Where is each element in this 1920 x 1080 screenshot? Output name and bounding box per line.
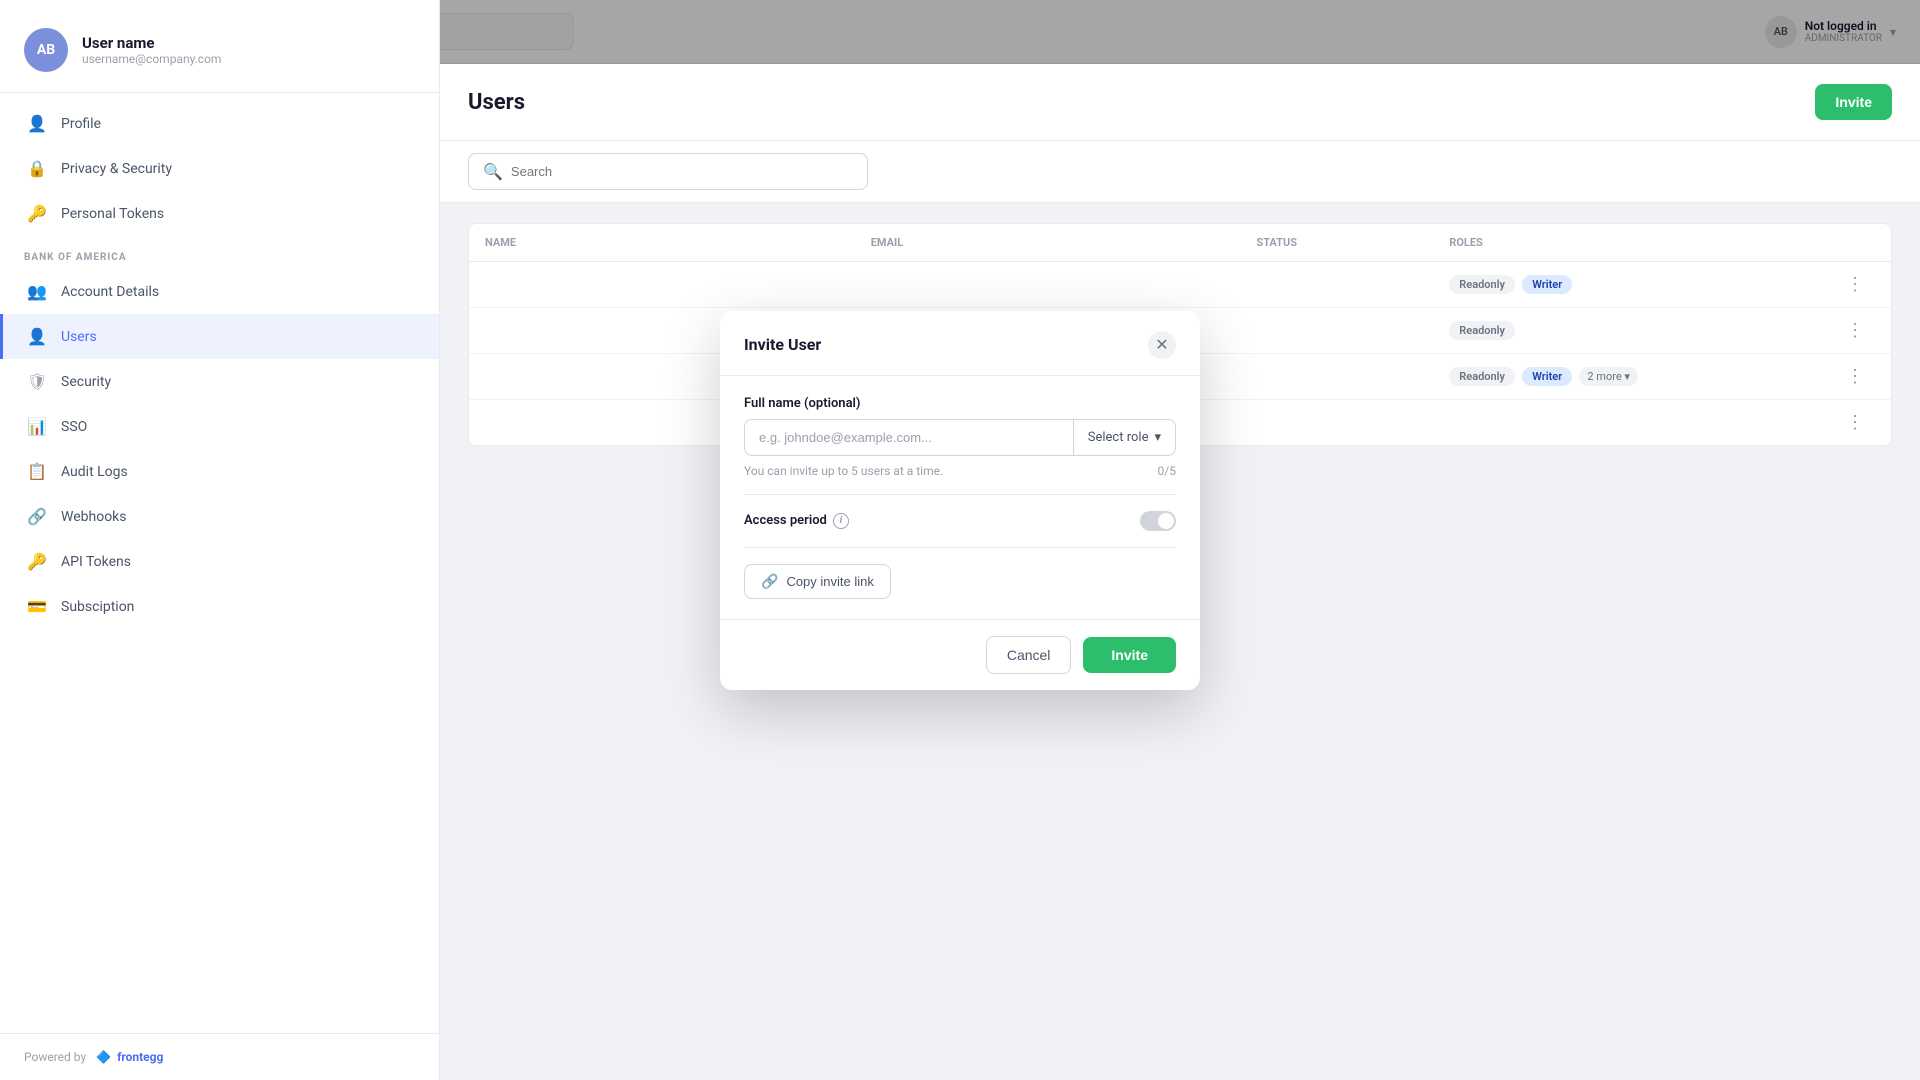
panel-nav-label: Account Details — [61, 284, 159, 300]
panel-nav-webhooks[interactable]: 🔗 Webhooks — [0, 494, 439, 539]
users-title: Users — [468, 90, 525, 115]
panel-nav-label: Audit Logs — [61, 464, 128, 480]
tokens-icon: 🔑 — [27, 204, 47, 223]
users-toolbar: 🔍 — [440, 141, 1920, 203]
role-badge: Readonly — [1449, 367, 1515, 386]
modal-header: Invite User ✕ — [720, 311, 1200, 376]
toggle-knob — [1158, 513, 1174, 529]
powered-by: Powered by 🔷 frontegg — [24, 1050, 163, 1064]
info-icon: i — [833, 513, 849, 529]
invite-user-modal: Invite User ✕ Full name (optional) Selec… — [720, 311, 1200, 690]
invite-user-button[interactable]: Invite — [1815, 84, 1892, 120]
panel-nav-label: SSO — [61, 419, 87, 435]
col-status: Status — [1256, 236, 1449, 249]
bank-section-label: BANK OF AMERICA — [0, 236, 439, 269]
col-email: Email — [871, 236, 1257, 249]
panel-nav-users[interactable]: 👤 Users — [0, 314, 439, 359]
role-badge: Writer — [1522, 275, 1572, 294]
cancel-button[interactable]: Cancel — [986, 636, 1072, 674]
profile-icon: 👤 — [27, 114, 47, 133]
panel-nav-label: API Tokens — [61, 554, 131, 570]
divider — [744, 494, 1176, 495]
invite-button[interactable]: Invite — [1083, 637, 1176, 673]
invite-count: 0/5 — [1158, 464, 1176, 478]
panel-nav-security[interactable]: 🛡 Security — [0, 359, 439, 404]
users-search[interactable]: 🔍 — [468, 153, 868, 190]
select-role-label: Select role — [1088, 430, 1149, 445]
modal-footer: Cancel Invite — [720, 619, 1200, 690]
select-role-button[interactable]: Select role ▾ — [1073, 420, 1175, 455]
panel-nav-tokens[interactable]: 🔑 Personal Tokens — [0, 191, 439, 236]
access-period-label: Access period i — [744, 513, 849, 529]
access-period-toggle[interactable] — [1140, 511, 1176, 531]
modal-title: Invite User — [744, 335, 821, 354]
row-menu-button[interactable]: ⋮ — [1835, 412, 1875, 433]
cell-roles: Readonly Writer — [1449, 275, 1835, 294]
sso-icon: 📊 — [27, 417, 47, 436]
users-icon: 👤 — [27, 327, 47, 346]
col-roles: Roles — [1449, 236, 1835, 249]
invite-input-row: Select role ▾ — [744, 419, 1176, 456]
copy-invite-link-button[interactable]: 🔗 Copy invite link — [744, 564, 891, 599]
security-icon: 🛡 — [27, 372, 47, 391]
account-details-icon: 👥 — [27, 282, 47, 301]
panel-nav-label: Webhooks — [61, 509, 127, 525]
privacy-icon: 🔒 — [27, 159, 47, 178]
panel-nav-api-tokens[interactable]: 🔑 API Tokens — [0, 539, 439, 584]
link-icon: 🔗 — [761, 573, 778, 590]
panel-email: username@company.com — [82, 52, 221, 66]
close-button[interactable]: ✕ — [1148, 331, 1176, 359]
panel-nav-label: Personal Tokens — [61, 206, 164, 222]
row-menu-button[interactable]: ⋮ — [1835, 274, 1875, 295]
avatar: AB — [24, 28, 68, 72]
panel-nav-sso[interactable]: 📊 SSO — [0, 404, 439, 449]
panel-nav-label: Profile — [61, 116, 101, 132]
panel-nav-audit-logs[interactable]: 📋 Audit Logs — [0, 449, 439, 494]
cell-roles: Readonly Writer 2 more ▾ — [1449, 367, 1835, 386]
modal-body: Full name (optional) Select role ▾ You c… — [720, 376, 1200, 619]
panel-nav-label: Security — [61, 374, 111, 390]
invite-hint-text: You can invite up to 5 users at a time. — [744, 464, 943, 478]
chevron-down-icon: ▾ — [1154, 430, 1161, 445]
row-menu-button[interactable]: ⋮ — [1835, 320, 1875, 341]
role-badge: Writer — [1522, 367, 1572, 386]
access-period-row: Access period i — [744, 511, 1176, 531]
subscription-icon: 💳 — [27, 597, 47, 616]
row-menu-button[interactable]: ⋮ — [1835, 366, 1875, 387]
panel-username: User name — [82, 34, 221, 52]
invite-hint: You can invite up to 5 users at a time. … — [744, 464, 1176, 478]
users-header: Users Invite — [440, 64, 1920, 141]
api-tokens-icon: 🔑 — [27, 552, 47, 571]
panel-nav-account-details[interactable]: 👥 Account Details — [0, 269, 439, 314]
more-roles-badge: 2 more ▾ — [1579, 367, 1638, 386]
frontegg-brand: frontegg — [117, 1050, 163, 1064]
panel-nav-subscription[interactable]: 💳 Subsciption — [0, 584, 439, 629]
copy-link-label: Copy invite link — [786, 574, 873, 589]
col-actions — [1835, 236, 1875, 249]
audit-logs-icon: 📋 — [27, 462, 47, 481]
table-row: Readonly Writer ⋮ — [469, 262, 1891, 308]
role-badge: Readonly — [1449, 275, 1515, 294]
panel-nav-profile[interactable]: 👤 Profile — [0, 101, 439, 146]
users-search-input[interactable] — [511, 164, 853, 179]
divider — [744, 547, 1176, 548]
email-input[interactable] — [745, 420, 1073, 455]
role-badge: Readonly — [1449, 321, 1515, 340]
panel-nav-label: Subsciption — [61, 599, 134, 615]
panel-nav-label: Users — [61, 329, 97, 345]
col-name: Name — [485, 236, 871, 249]
account-panel: AB User name username@company.com 👤 Prof… — [0, 0, 440, 1080]
table-header: Name Email Status Roles — [469, 224, 1891, 262]
panel-nav-label: Privacy & Security — [61, 161, 172, 177]
webhooks-icon: 🔗 — [27, 507, 47, 526]
panel-nav: 👤 Profile 🔒 Privacy & Security 🔑 Persona… — [0, 93, 439, 1033]
full-name-label: Full name (optional) — [744, 396, 1176, 411]
cell-roles: Readonly — [1449, 321, 1835, 340]
search-icon: 🔍 — [483, 162, 503, 181]
panel-user-header: AB User name username@company.com — [0, 0, 439, 93]
panel-footer: Powered by 🔷 frontegg — [0, 1033, 439, 1080]
panel-nav-privacy[interactable]: 🔒 Privacy & Security — [0, 146, 439, 191]
